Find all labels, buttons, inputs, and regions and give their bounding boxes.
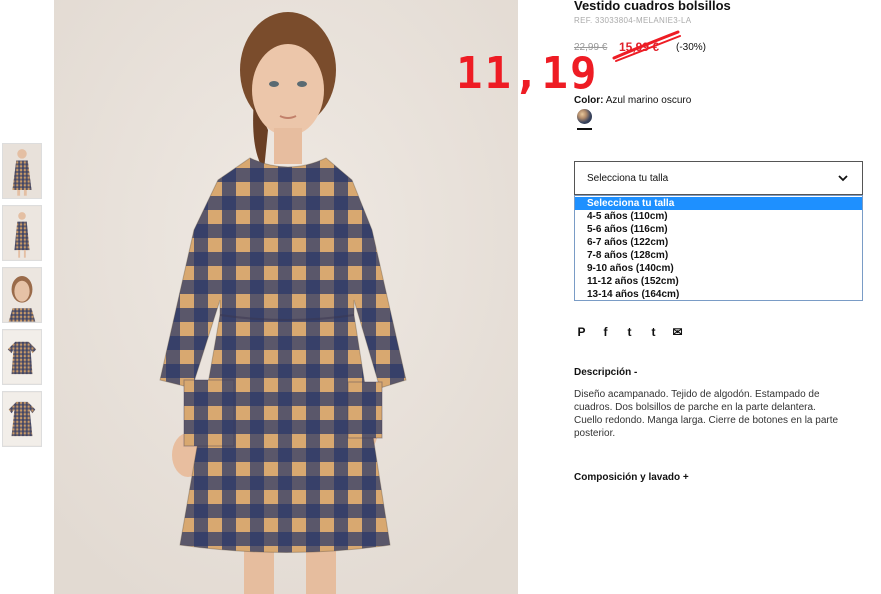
composition-toggle[interactable]: Composición y lavado + — [574, 472, 689, 483]
thumbnail-3[interactable] — [2, 267, 42, 323]
size-select[interactable]: Selecciona tu talla — [574, 161, 863, 195]
pinterest-icon[interactable]: P — [574, 324, 589, 340]
handwritten-price-annotation: 11,19 — [456, 48, 599, 99]
size-option[interactable]: 7-8 años (128cm) — [575, 249, 862, 262]
chevron-down-icon — [838, 175, 848, 182]
size-select-value: Selecciona tu talla — [587, 172, 669, 184]
color-info: Color: Azul marino oscuro — [574, 95, 691, 106]
thumbnail-1[interactable] — [2, 143, 42, 199]
product-reference: REF. 33033804-MELANIE3-LA — [574, 16, 692, 25]
thumbnail-5[interactable] — [2, 391, 42, 447]
tumblr-icon[interactable]: t — [646, 324, 661, 340]
size-option[interactable]: 5-6 años (116cm) — [575, 223, 862, 236]
selected-swatch-indicator — [577, 128, 592, 130]
twitter-icon[interactable]: t — [622, 324, 637, 340]
facebook-icon[interactable]: f — [598, 324, 613, 340]
color-value: Azul marino oscuro — [605, 95, 692, 106]
size-option[interactable]: 9-10 años (140cm) — [575, 262, 862, 275]
description-text: Diseño acampanado. Tejido de algodón. Es… — [574, 389, 839, 439]
size-option[interactable]: 6-7 años (122cm) — [575, 236, 862, 249]
thumbnail-2[interactable] — [2, 205, 42, 261]
color-swatch[interactable] — [577, 109, 592, 124]
product-title: Vestido cuadros bolsillos — [574, 0, 731, 13]
social-share: P f t t ✉ — [574, 324, 685, 340]
size-option[interactable]: 11-12 años (152cm) — [575, 275, 862, 288]
description-toggle[interactable]: Descripción - — [574, 367, 637, 378]
email-icon[interactable]: ✉ — [670, 324, 685, 340]
size-dropdown: Selecciona tu talla 4-5 años (110cm) 5-6… — [574, 195, 863, 301]
thumbnail-4[interactable] — [2, 329, 42, 385]
size-option[interactable]: Selecciona tu talla — [575, 197, 862, 210]
strikethrough-annotation — [612, 30, 681, 62]
product-main-image — [54, 0, 518, 594]
size-option[interactable]: 4-5 años (110cm) — [575, 210, 862, 223]
size-option[interactable]: 13-14 años (164cm) — [575, 288, 862, 301]
color-label: Color: — [574, 95, 604, 106]
